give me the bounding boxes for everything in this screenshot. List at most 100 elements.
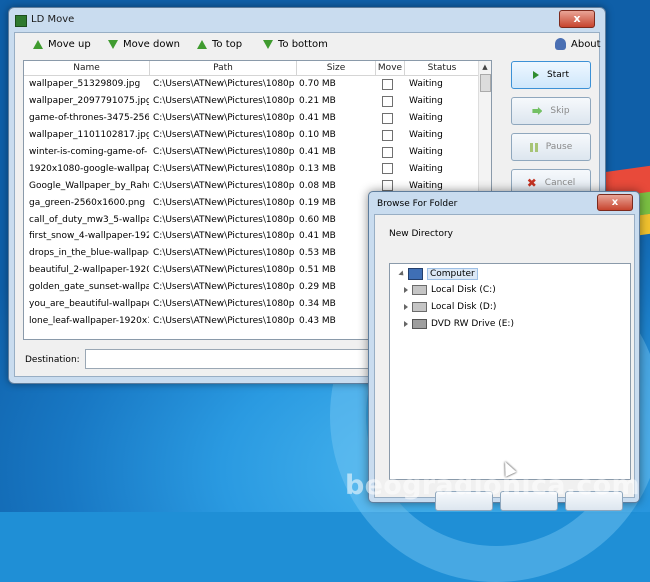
cell-name: you_are_beautiful-wallpape [29,299,149,310]
cell-path: C:\Users\ATNew\Pictures\1080p [153,248,295,259]
expander-icon[interactable] [404,287,408,293]
tree-item-local-disk-d[interactable]: Local Disk (D:) [404,302,496,312]
cell-size: 0.13 MB [299,163,336,174]
skip-button[interactable]: Skip [511,97,591,125]
cell-name: wallpaper_1101102817.jpg [29,130,149,141]
cell-name: golden_gate_sunset-wallpap [29,282,149,293]
tree-item-local-disk-c[interactable]: Local Disk (C:) [404,285,496,295]
tree-item-label: Local Disk (D:) [431,302,497,312]
cell-move [373,163,401,175]
cell-size: 0.10 MB [299,130,336,141]
cell-path: C:\Users\ATNew\Pictures\1080p [153,214,295,225]
cell-size: 0.29 MB [299,282,336,293]
cell-size: 0.19 MB [299,197,336,208]
browse-for-folder-dialog: Browse For Folder x New Directory Comput… [368,191,640,511]
about-button[interactable]: About [555,36,601,52]
tree-item-label: Local Disk (C:) [431,285,496,295]
table-row[interactable]: game-of-thrones-3475-256 C:\Users\ATNew\P… [24,110,491,127]
start-label: Start [547,70,569,80]
cell-size: 0.41 MB [299,231,336,242]
scroll-up-icon[interactable]: ▲ [479,61,491,73]
expander-icon[interactable] [404,304,408,310]
column-header-size[interactable]: Size [297,61,376,75]
computer-icon [408,268,423,280]
to-top-label: To top [212,38,243,50]
disk-icon [412,302,427,312]
move-checkbox[interactable] [381,95,393,107]
cell-name: lone_leaf-wallpaper-1920x1 [29,315,149,326]
to-top-button[interactable]: To top [197,36,242,52]
move-checkbox[interactable] [381,78,393,90]
move-down-button[interactable]: Move down [108,36,180,52]
column-header-status[interactable]: Status [405,61,480,75]
table-row[interactable]: wallpaper_2097791075.jpg C:\Users\ATNew\P… [24,93,491,110]
start-button[interactable]: Start [511,61,591,89]
title-bar[interactable]: LD Move x [9,8,605,32]
move-checkbox[interactable] [381,163,393,175]
move-up-button[interactable]: Move up [33,36,91,52]
dvd-drive-icon [412,319,427,329]
skip-arrow-icon [532,107,543,115]
cell-path: C:\Users\ATNew\Pictures\1080p [153,79,295,90]
about-label: About [571,38,601,50]
cancel-x-icon: ✖ [526,176,537,190]
column-header-name[interactable]: Name [24,61,150,75]
tree-item-label: DVD RW Drive (E:) [431,319,514,329]
cell-status: Waiting [409,113,443,124]
skip-label: Skip [550,106,570,116]
arrow-to-top-icon [197,39,207,49]
cell-size: 0.60 MB [299,214,336,225]
table-row[interactable]: winter-is-coming-game-of- C:\Users\ATNew\… [24,144,491,161]
pause-icon [529,142,538,152]
to-bottom-button[interactable]: To bottom [263,36,328,52]
table-row[interactable]: wallpaper_1101102817.jpg C:\Users\ATNew\P… [24,127,491,144]
cell-name: first_snow_4-wallpaper-1920 [29,231,149,242]
cell-move [373,180,401,192]
move-checkbox[interactable] [381,129,393,141]
expander-icon[interactable] [398,270,406,278]
table-row[interactable]: wallpaper_51329809.jpg C:\Users\ATNew\Pic… [24,76,491,93]
cell-size: 0.21 MB [299,96,336,107]
system-disk-icon [412,285,427,295]
cell-path: C:\Users\ATNew\Pictures\1080p [153,265,295,276]
cell-name: wallpaper_51329809.jpg [29,79,141,90]
cell-path: C:\Users\ATNew\Pictures\1080p [153,130,295,141]
cell-size: 0.41 MB [299,113,336,124]
cell-size: 0.08 MB [299,180,336,191]
destination-label: Destination: [25,355,80,365]
pause-button[interactable]: Pause [511,133,591,161]
tree-item-computer[interactable]: Computer [398,268,478,280]
move-checkbox[interactable] [381,112,393,124]
cell-name: wallpaper_2097791075.jpg [29,96,149,107]
dialog-client-area: New Directory Computer Local Disk (C:) L… [374,214,635,511]
cell-move [373,95,401,107]
expander-icon[interactable] [404,321,408,327]
cell-status: Waiting [409,147,443,157]
cell-size: 0.53 MB [299,248,336,259]
toolbar: Move up Move down To top To bottom About [15,33,601,55]
dialog-title: Browse For Folder [377,199,458,209]
cell-move [373,146,401,158]
destination-field[interactable] [85,349,377,369]
tree-item-dvd-drive[interactable]: DVD RW Drive (E:) [404,319,514,329]
cell-path: C:\Users\ATNew\Pictures\1080p [153,197,295,208]
cell-status: Waiting [409,79,443,90]
cell-path: C:\Users\ATNew\Pictures\1080p [153,299,295,310]
table-row[interactable]: 1920x1080-google-wallpap C:\Users\ATNew\P… [24,160,491,177]
move-checkbox[interactable] [381,146,393,158]
folder-tree[interactable]: Computer Local Disk (C:) Local Disk (D:)… [389,263,631,480]
move-up-label: Move up [48,38,91,50]
scroll-thumb[interactable] [480,74,491,92]
app-icon [15,15,27,27]
column-header-move[interactable]: Move [376,61,405,75]
close-button[interactable]: x [559,10,595,28]
arrow-up-icon [33,39,43,49]
window-title: LD Move [31,14,75,25]
list-header: Name Path Size Move Status [24,61,491,76]
move-checkbox[interactable] [381,180,393,192]
column-header-path[interactable]: Path [150,61,297,75]
cell-size: 0.51 MB [299,265,336,276]
cell-path: C:\Users\ATNew\Pictures\1080p [153,231,295,242]
dialog-close-button[interactable]: x [597,194,633,211]
cell-status: Waiting [409,180,443,191]
